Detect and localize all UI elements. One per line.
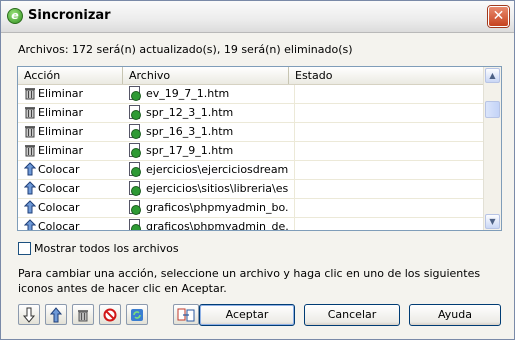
- row-file: graficos\phpmyadmin_de...: [129, 218, 289, 231]
- synchronized-button[interactable]: [126, 304, 148, 325]
- put-up-arrow-icon: [24, 219, 37, 230]
- trash-icon: [78, 309, 88, 321]
- cancel-button[interactable]: Cancelar: [304, 304, 400, 326]
- row-file-name: ejercicios\ejerciciosdream...: [146, 163, 289, 176]
- row-file-name: graficos\phpmyadmin_bo...: [146, 201, 289, 214]
- row-action-label: Eliminar: [38, 106, 84, 119]
- put-up-arrow-icon: [24, 162, 37, 176]
- title-bar[interactable]: e Sincronizar ✕: [1, 1, 514, 33]
- row-file: ev_19_7_1.htm: [129, 85, 289, 103]
- scrollbar-thumb[interactable]: [485, 101, 500, 118]
- trash-icon: [24, 105, 36, 119]
- row-state: [294, 142, 480, 160]
- row-file: ejercicios\sitios\libreria\es...: [129, 180, 289, 198]
- html-file-icon: [129, 200, 141, 215]
- html-file-icon: [129, 143, 141, 158]
- row-action-label: Colocar: [38, 220, 80, 231]
- row-action-label: Colocar: [38, 163, 80, 176]
- row-action: Colocar: [24, 199, 124, 217]
- list-row[interactable]: Eliminar spr_16_3_1.htm: [18, 123, 483, 142]
- row-action-label: Eliminar: [38, 125, 84, 138]
- put-up-arrow-icon: [24, 181, 37, 195]
- list-row[interactable]: Eliminar ev_19_7_1.htm: [18, 85, 483, 104]
- list-row[interactable]: Colocar graficos\phpmyadmin_de...: [18, 218, 483, 231]
- files-summary: Archivos: 172 será(n) actualizado(s), 19…: [18, 43, 353, 56]
- html-file-icon: [129, 181, 141, 196]
- row-action-label: Colocar: [38, 201, 80, 214]
- list-header: Acción Archivo Estado: [18, 67, 483, 85]
- dreamweaver-app-icon: e: [7, 8, 23, 24]
- row-state: [294, 218, 480, 230]
- row-file-name: spr_12_3_1.htm: [146, 106, 234, 119]
- show-all-files-checkbox[interactable]: [18, 242, 31, 255]
- show-all-files-option[interactable]: Mostrar todos los archivos: [18, 242, 179, 255]
- list-row[interactable]: Colocar ejercicios\ejerciciosdream...: [18, 161, 483, 180]
- html-file-icon: [129, 162, 141, 177]
- trash-icon: [24, 143, 36, 157]
- row-action-label: Colocar: [38, 182, 80, 195]
- get-down-arrow-icon: [22, 307, 36, 323]
- row-file-name: graficos\phpmyadmin_de...: [146, 220, 289, 231]
- html-file-icon: [129, 86, 141, 101]
- get-button[interactable]: [18, 304, 40, 325]
- list-rows: Eliminar ev_19_7_1.htm Eliminar spr_12_3_1.…: [18, 85, 483, 231]
- row-file: graficos\phpmyadmin_bo...: [129, 199, 289, 217]
- vertical-scrollbar[interactable]: ▲ ▼: [483, 67, 501, 230]
- trash-icon: [24, 86, 36, 100]
- show-all-files-label: Mostrar todos los archivos: [34, 242, 179, 255]
- row-file: spr_12_3_1.htm: [129, 104, 289, 122]
- accept-button[interactable]: Aceptar: [199, 304, 295, 326]
- row-file: spr_17_9_1.htm: [129, 142, 289, 160]
- close-button[interactable]: ✕: [488, 6, 509, 27]
- row-action-label: Eliminar: [38, 87, 84, 100]
- html-file-icon: [129, 219, 141, 230]
- synchronized-icon: [131, 308, 143, 321]
- row-file-name: spr_17_9_1.htm: [146, 144, 234, 157]
- list-row[interactable]: Colocar graficos\phpmyadmin_bo...: [18, 199, 483, 218]
- row-state: [294, 85, 480, 103]
- files-list[interactable]: Acción Archivo Estado Eliminar ev_19_7_1.…: [17, 66, 502, 231]
- instructions-text: Para cambiar una acción, seleccione un a…: [18, 267, 481, 295]
- compare-button[interactable]: [173, 304, 199, 325]
- help-button[interactable]: Ayuda: [409, 304, 501, 326]
- row-file: ejercicios\ejerciciosdream...: [129, 161, 289, 179]
- row-action: Eliminar: [24, 104, 124, 122]
- list-row[interactable]: Eliminar spr_12_3_1.htm: [18, 104, 483, 123]
- column-header-state[interactable]: Estado: [288, 67, 483, 84]
- row-state: [294, 199, 480, 217]
- list-row[interactable]: Eliminar spr_17_9_1.htm: [18, 142, 483, 161]
- row-action-label: Eliminar: [38, 144, 84, 157]
- row-action: Colocar: [24, 218, 124, 231]
- row-action: Colocar: [24, 180, 124, 198]
- html-file-icon: [129, 124, 141, 139]
- ignore-button[interactable]: [99, 304, 121, 325]
- ignore-icon: [103, 308, 117, 321]
- put-up-arrow-icon: [49, 306, 63, 322]
- trash-icon: [24, 124, 36, 138]
- list-row[interactable]: Colocar ejercicios\sitios\libreria\es...: [18, 180, 483, 199]
- column-header-file[interactable]: Archivo: [122, 67, 288, 84]
- sync-dialog: e Sincronizar ✕ Archivos: 172 será(n) ac…: [0, 0, 515, 340]
- row-file-name: ev_19_7_1.htm: [146, 87, 230, 100]
- window-title: Sincronizar: [28, 8, 111, 23]
- row-action: Colocar: [24, 161, 124, 179]
- row-state: [294, 161, 480, 179]
- row-action: Eliminar: [24, 123, 124, 141]
- row-state: [294, 104, 480, 122]
- column-header-action[interactable]: Acción: [18, 67, 122, 84]
- row-file-name: spr_16_3_1.htm: [146, 125, 234, 138]
- put-up-arrow-icon: [24, 200, 37, 214]
- put-button[interactable]: [45, 304, 67, 325]
- row-file-name: ejercicios\sitios\libreria\es...: [146, 182, 289, 195]
- row-action: Eliminar: [24, 85, 124, 103]
- row-state: [294, 123, 480, 141]
- row-file: spr_16_3_1.htm: [129, 123, 289, 141]
- row-state: [294, 180, 480, 198]
- scroll-up-button[interactable]: ▲: [485, 68, 500, 83]
- compare-icon: [177, 308, 195, 321]
- row-action: Eliminar: [24, 142, 124, 160]
- scroll-down-button[interactable]: ▼: [485, 214, 500, 229]
- html-file-icon: [129, 105, 141, 120]
- delete-button[interactable]: [72, 304, 94, 325]
